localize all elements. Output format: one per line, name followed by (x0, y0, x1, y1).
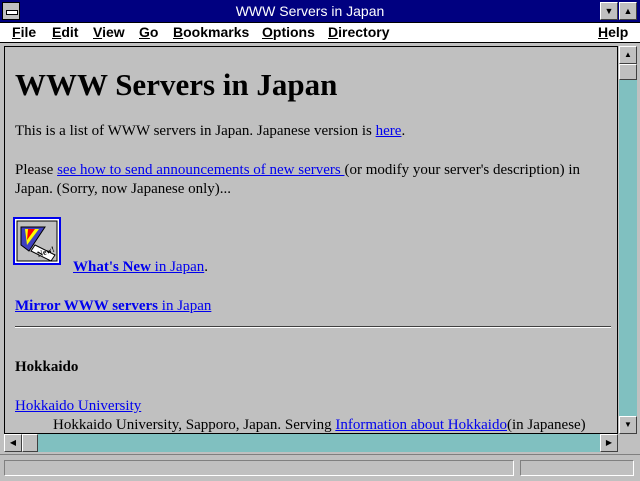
menu-go[interactable]: Go (139, 23, 158, 42)
new-megaphone-icon: New! (16, 220, 58, 262)
server-entry-title: Hokkaido University (15, 397, 141, 416)
status-progress (520, 460, 634, 476)
menu-options[interactable]: Options (262, 23, 315, 42)
document-view: WWW Servers in Japan This is a list of W… (4, 46, 618, 434)
whats-new-link[interactable]: What's New (73, 259, 151, 275)
intro-paragraph: This is a list of WWW servers in Japan. … (15, 123, 406, 139)
announce-servers-link[interactable]: see how to send announcements of new ser… (57, 162, 344, 178)
whats-new-icon[interactable]: New! (13, 217, 61, 265)
hokkaido-info-link[interactable]: Information about Hokkaido (335, 417, 507, 433)
horizontal-scroll-thumb[interactable] (22, 434, 38, 452)
mirror-line: Mirror WWW servers in Japan (15, 297, 211, 316)
whats-new-japan-link[interactable]: in Japan (151, 259, 205, 275)
horizontal-scrollbar[interactable]: ◀ ▶ (4, 434, 618, 452)
menu-view[interactable]: View (93, 23, 125, 42)
menu-directory[interactable]: Directory (328, 23, 389, 42)
scroll-up-button[interactable]: ▲ (619, 46, 637, 64)
left-arrow-icon: ◀ (9, 438, 17, 447)
menu-edit[interactable]: Edit (52, 23, 78, 42)
vertical-scrollbar[interactable]: ▲ ▼ (619, 46, 637, 434)
section-heading-hokkaido: Hokkaido (15, 359, 79, 375)
maximize-button[interactable]: ▲ (619, 2, 637, 20)
title-bar: WWW Servers in Japan ▼ ▲ (0, 0, 640, 23)
scroll-right-button[interactable]: ▶ (600, 434, 618, 452)
scroll-down-button[interactable]: ▼ (619, 416, 637, 434)
vertical-scroll-thumb[interactable] (619, 64, 637, 80)
minimize-button[interactable]: ▼ (600, 2, 618, 20)
page-heading: WWW Servers in Japan (15, 67, 338, 102)
down-arrow-icon: ▼ (624, 420, 632, 429)
up-arrow-icon: ▲ (624, 50, 632, 59)
minimize-icon: ▼ (604, 6, 614, 16)
hokkaido-university-link[interactable]: Hokkaido University (15, 398, 141, 414)
right-arrow-icon: ▶ (605, 438, 613, 447)
scroll-corner (619, 434, 637, 452)
announce-paragraph-line2: Japan. (Sorry, now Japanese only)... (15, 181, 232, 197)
maximize-icon: ▲ (623, 6, 633, 16)
menu-bookmarks[interactable]: Bookmarks (173, 23, 249, 42)
horizontal-rule (15, 326, 611, 328)
mirror-servers-link[interactable]: Mirror WWW servers (15, 298, 158, 314)
window-title: WWW Servers in Japan (235, 3, 385, 19)
mirror-japan-link[interactable]: in Japan (158, 298, 212, 314)
menu-file[interactable]: File (12, 23, 36, 42)
server-entry-description: Hokkaido University, Sapporo, Japan. Ser… (53, 417, 586, 433)
status-message (4, 460, 514, 476)
scroll-left-button[interactable]: ◀ (4, 434, 22, 452)
menu-help[interactable]: Help (598, 23, 628, 42)
japanese-version-link[interactable]: here (376, 123, 402, 139)
announce-paragraph: Please see how to send announcements of … (15, 162, 581, 178)
whats-new-line: What's New in Japan. (73, 259, 208, 275)
menu-bar: File Edit View Go Bookmarks Options Dire… (0, 23, 640, 43)
status-bar (0, 454, 640, 481)
